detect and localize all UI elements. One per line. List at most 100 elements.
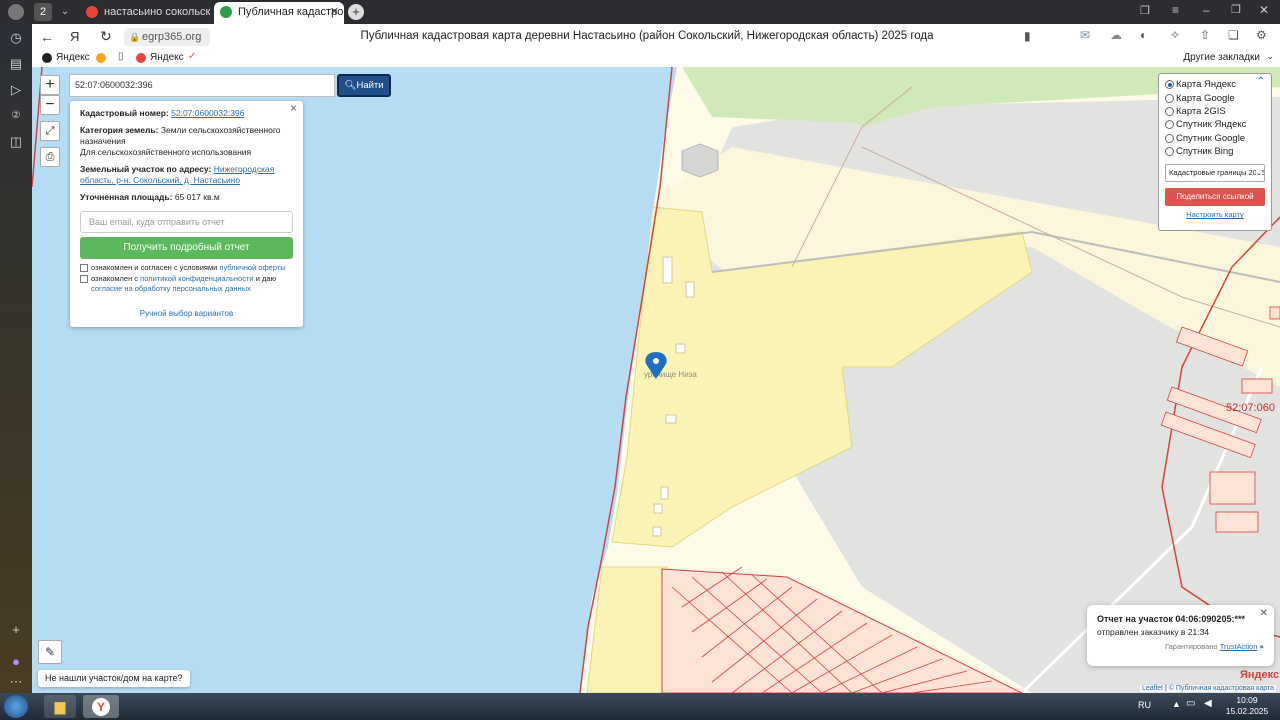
bookmark-yandex-1[interactable]: Яндекс: [42, 52, 90, 63]
bookmark-doc-icon[interactable]: ▯: [118, 51, 124, 62]
window-close-icon[interactable]: ✕: [1259, 3, 1269, 17]
layer-radio[interactable]: [1165, 80, 1174, 90]
bookmark-orange-icon[interactable]: [96, 53, 106, 63]
layer-radio[interactable]: [1165, 147, 1174, 157]
bookmark-icon[interactable]: ▮: [1024, 29, 1031, 43]
clock[interactable]: 10:09 15.02.2025: [1222, 695, 1272, 717]
notes-icon[interactable]: ▤: [6, 54, 26, 74]
not-found-button[interactable]: Не нашли участок/дом на карте?: [38, 670, 190, 687]
consent-privacy-checkbox[interactable]: [80, 275, 88, 283]
start-button[interactable]: [4, 695, 28, 718]
layer-label: Карта Яндекс: [1176, 79, 1237, 91]
map-area[interactable]: урочище Низа 52:07:060 Яндекс + − ⤢ ⎙ ✎ …: [32, 67, 1280, 693]
personal-data-link[interactable]: согласие на обработку персональных данны…: [91, 284, 251, 293]
browser-sidebar: ◷ ▤ ▷ ② ◫ + ● ⋯: [0, 24, 32, 693]
mail-icon[interactable]: ✉: [1080, 28, 1090, 42]
yandex-home-icon[interactable]: Я: [70, 29, 79, 44]
bookmarks-panel-icon[interactable]: ❐: [1140, 4, 1150, 17]
media-icon[interactable]: ▷: [6, 80, 26, 100]
yandex-browser-taskbar-icon[interactable]: Y: [83, 695, 119, 718]
yandex-icon: [86, 6, 98, 18]
tray-up-icon[interactable]: ▲: [1172, 699, 1181, 709]
configure-map-link[interactable]: Настроить карту: [1186, 210, 1244, 219]
bookmark-label: Яндекс: [150, 52, 184, 63]
lock-icon: 🔒: [129, 32, 141, 42]
extensions-icon[interactable]: ✧: [1170, 28, 1180, 42]
chevron-down-icon[interactable]: ⌄: [1266, 51, 1274, 62]
zoom-out-button[interactable]: −: [40, 95, 60, 115]
layer-option[interactable]: Спутник Яндекс: [1165, 118, 1265, 131]
fullscreen-icon[interactable]: ⤢: [40, 121, 60, 141]
close-icon[interactable]: ✕: [330, 2, 339, 22]
vpn-icon[interactable]: ◐: [1140, 28, 1147, 42]
cad-number-link[interactable]: 52:07:0600032:396: [171, 108, 244, 118]
building: [653, 503, 663, 514]
url-field[interactable]: 🔒 egrp365.org: [124, 28, 210, 46]
tab-label: Публичная кадастров: [238, 6, 344, 18]
tab-count-badge[interactable]: 2: [34, 3, 52, 21]
share-icon[interactable]: ⇧: [1200, 28, 1210, 42]
chevron-up-icon[interactable]: ⌃: [1257, 76, 1265, 87]
new-tab-button[interactable]: +: [348, 4, 364, 20]
bookmark-check-icon[interactable]: ✓: [188, 51, 196, 62]
trustaction-link[interactable]: TrustAction: [1220, 642, 1258, 651]
search-button[interactable]: 🔍︎Найти: [337, 74, 391, 97]
tray-network-icon[interactable]: ▭: [1186, 698, 1195, 709]
print-icon[interactable]: ⎙: [40, 147, 60, 167]
category-label: Категория земель:: [80, 125, 159, 135]
ruler-icon[interactable]: ✎: [38, 640, 62, 664]
consent-offer-checkbox[interactable]: [80, 264, 88, 272]
consent-offer-row: ознакомлен и согласен с условиями публич…: [80, 263, 293, 273]
tray-volume-icon[interactable]: ◀: [1204, 698, 1212, 709]
leaflet-link[interactable]: Leaflet: [1142, 685, 1163, 692]
reload-icon[interactable]: ↻: [100, 28, 112, 45]
email-input[interactable]: Ваш email, куда отправить отчет: [80, 211, 293, 233]
consent-mid-text: и даю: [255, 274, 277, 283]
history-icon[interactable]: ◷: [6, 28, 26, 48]
bookmark-yandex-2[interactable]: Яндекс: [136, 52, 184, 63]
back-icon[interactable]: ←: [40, 29, 54, 45]
explorer-icon[interactable]: ▆: [44, 695, 76, 718]
more-icon[interactable]: ⋯: [6, 672, 26, 692]
consent-privacy-row: ознакомлен с политикой конфиденциальност…: [80, 274, 293, 294]
cadastral-layer-select[interactable]: Кадастровые границы 2025 ⌄: [1165, 164, 1265, 183]
layer-radio[interactable]: [1165, 120, 1174, 130]
weather-icon[interactable]: ☁: [1110, 28, 1122, 42]
tab-yandex-search[interactable]: настасьино сокольский: [80, 2, 210, 24]
collections-icon[interactable]: ◫: [6, 132, 26, 152]
url-text: egrp365.org: [142, 31, 202, 43]
profile-avatar[interactable]: [8, 4, 24, 20]
restore-icon[interactable]: ❐: [1231, 3, 1241, 16]
close-icon[interactable]: ×: [290, 102, 297, 114]
layer-option[interactable]: Спутник Google: [1165, 132, 1265, 145]
tabs-count-icon[interactable]: ②: [6, 106, 26, 126]
zoom-in-button[interactable]: +: [40, 75, 60, 95]
offer-link[interactable]: публичной оферты: [219, 263, 285, 272]
layers-control: ⌃ Карта Яндекс Карта Google Карта 2GIS Спут…: [1158, 73, 1272, 231]
layer-option[interactable]: Карта Яндекс: [1165, 78, 1265, 91]
add-icon[interactable]: +: [6, 620, 26, 640]
share-link-button[interactable]: Поделиться ссылкой: [1165, 188, 1265, 207]
alice-icon[interactable]: ●: [6, 652, 26, 672]
manual-select-link[interactable]: Ручной выбор вариантов: [140, 309, 233, 318]
layer-radio[interactable]: [1165, 133, 1174, 143]
layer-option[interactable]: Карта Google: [1165, 91, 1265, 104]
cad-number-row: Кадастровый номер: 52:07:0600032:396: [80, 108, 293, 119]
layer-option[interactable]: Спутник Bing: [1165, 145, 1265, 158]
language-indicator[interactable]: RU: [1138, 700, 1151, 710]
tab-egrp[interactable]: Публичная кадастров ✕: [214, 2, 344, 24]
settings-icon[interactable]: ⚙: [1256, 28, 1267, 42]
layer-option[interactable]: Карта 2GIS: [1165, 105, 1265, 118]
collections-icon[interactable]: ❏: [1228, 28, 1239, 42]
chevron-down-icon[interactable]: ⌄: [57, 3, 73, 21]
menu-icon[interactable]: ≡: [1172, 3, 1179, 17]
close-icon[interactable]: ✕: [1260, 607, 1268, 620]
get-report-button[interactable]: Получить подробный отчет: [80, 237, 293, 259]
layer-radio[interactable]: [1165, 106, 1174, 116]
other-bookmarks[interactable]: Другие закладки: [1183, 52, 1260, 63]
layer-radio[interactable]: [1165, 93, 1174, 103]
cadastral-search-input[interactable]: 52:07:0600032:396: [69, 74, 335, 97]
privacy-link[interactable]: политикой конфиденциальности: [140, 274, 253, 283]
yandex-logo: Яндекс: [1240, 669, 1279, 681]
minimize-icon[interactable]: –: [1203, 3, 1210, 17]
